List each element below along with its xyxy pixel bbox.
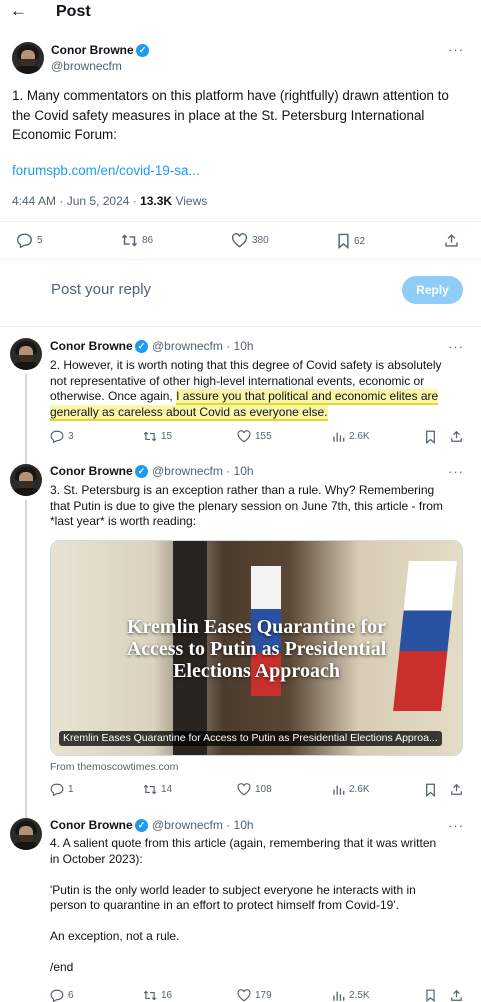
reply-action[interactable]: 3 (50, 430, 74, 443)
share-action[interactable] (444, 233, 459, 248)
highlighted-text: I assure you that political and economic… (176, 389, 439, 405)
heart-icon (237, 430, 251, 443)
reply-button[interactable]: Reply (402, 276, 463, 304)
share-icon (451, 989, 462, 1001)
like-action[interactable]: 380 (231, 233, 269, 248)
post-text: 2. However, it is worth noting that this… (50, 358, 442, 421)
share-icon (445, 234, 458, 247)
more-options-icon[interactable]: ··· (448, 42, 464, 57)
author-handle[interactable]: @brownecfm · 10h (152, 464, 254, 478)
divider (0, 259, 481, 260)
share-icon (451, 430, 462, 442)
more-options-icon[interactable]: ··· (448, 464, 464, 479)
author-name[interactable]: Conor Browne (50, 339, 133, 353)
analytics-icon (333, 785, 345, 795)
more-options-icon[interactable]: ··· (448, 818, 464, 833)
repost-action[interactable]: 14 (143, 783, 172, 796)
share-icon (451, 783, 462, 795)
views-count: 13.3K (140, 194, 173, 208)
divider (0, 326, 481, 327)
card-caption: Kremlin Eases Quarantine for Access to P… (59, 731, 442, 746)
author-handle[interactable]: @brownecfm · 10h (152, 818, 254, 832)
analytics-icon (333, 991, 345, 1001)
divider (0, 221, 481, 222)
share-action[interactable] (450, 430, 463, 443)
top-bar: ← Post (0, 0, 481, 28)
thread-connector (25, 374, 27, 467)
repost-action[interactable]: 86 (121, 233, 153, 248)
thread-connector (25, 500, 27, 818)
avatar[interactable] (12, 42, 44, 74)
back-arrow-icon[interactable]: ← (10, 1, 27, 21)
more-options-icon[interactable]: ··· (448, 339, 464, 354)
bookmark-icon (426, 783, 435, 797)
post-text: 1. Many commentators on this platform ha… (12, 88, 449, 142)
heart-icon (237, 783, 251, 796)
post-meta: 4:44 AM · Jun 5, 2024 · 13.3K Views (12, 194, 208, 208)
reply-icon (50, 783, 64, 796)
page-title: Post (56, 3, 91, 20)
repost-icon (143, 784, 157, 795)
author-handle[interactable]: @brownecfm (51, 59, 122, 73)
bookmark-action[interactable] (425, 430, 436, 444)
repost-icon (143, 990, 157, 1001)
repost-icon (143, 431, 157, 442)
share-action[interactable] (450, 783, 463, 796)
share-action[interactable] (450, 989, 463, 1002)
bookmark-action[interactable] (425, 989, 436, 1002)
highlighted-text: generally as careless about Covid as eve… (50, 404, 328, 421)
post-text: 4. A salient quote from this article (ag… (50, 836, 437, 974)
article-image-title: Kremlin Eases Quarantine for Access to P… (126, 616, 387, 682)
avatar[interactable] (10, 338, 42, 370)
post-link[interactable]: forumspb.com/en/covid-19-sa... (12, 163, 200, 178)
like-action[interactable]: 179 (237, 989, 272, 1002)
repost-icon (121, 234, 138, 247)
verified-badge-icon: ✓ (135, 465, 148, 478)
repost-action[interactable]: 15 (143, 430, 172, 443)
reply-icon (50, 989, 64, 1002)
views-action[interactable]: 2.6K (332, 783, 370, 796)
avatar[interactable] (10, 464, 42, 496)
reply-icon (16, 233, 33, 248)
bookmark-action[interactable]: 62 (337, 233, 365, 249)
verified-badge-icon: ✓ (135, 340, 148, 353)
like-action[interactable]: 108 (237, 783, 272, 796)
verified-badge-icon: ✓ (135, 819, 148, 832)
reply-action[interactable]: 6 (50, 989, 74, 1002)
like-action[interactable]: 155 (237, 430, 272, 443)
reply-icon (50, 430, 64, 443)
verified-badge-icon: ✓ (136, 44, 149, 57)
bookmark-icon (426, 989, 435, 1002)
heart-icon (231, 233, 248, 248)
link-preview-card[interactable]: Kremlin Eases Quarantine for Access to P… (50, 540, 463, 756)
reply-action[interactable]: 5 (16, 233, 43, 248)
reply-action[interactable]: 1 (50, 783, 74, 796)
views-action[interactable]: 2.6K (332, 430, 370, 443)
card-source[interactable]: From themoscowtimes.com (50, 761, 178, 773)
avatar[interactable] (10, 818, 42, 850)
author-name[interactable]: Conor Browne (51, 43, 134, 57)
author-name[interactable]: Conor Browne (50, 818, 133, 832)
analytics-icon (333, 432, 345, 442)
bookmark-action[interactable] (425, 783, 436, 797)
author-name[interactable]: Conor Browne (50, 464, 133, 478)
repost-action[interactable]: 16 (143, 989, 172, 1002)
heart-icon (237, 989, 251, 1002)
author-handle[interactable]: @brownecfm · 10h (152, 339, 254, 353)
reply-input[interactable]: Post your reply (51, 281, 151, 298)
bookmark-icon (426, 430, 435, 444)
bookmark-icon (338, 233, 349, 249)
views-action[interactable]: 2.5K (332, 989, 370, 1002)
post-text: 3. St. Petersburg is an exception rather… (50, 483, 443, 528)
